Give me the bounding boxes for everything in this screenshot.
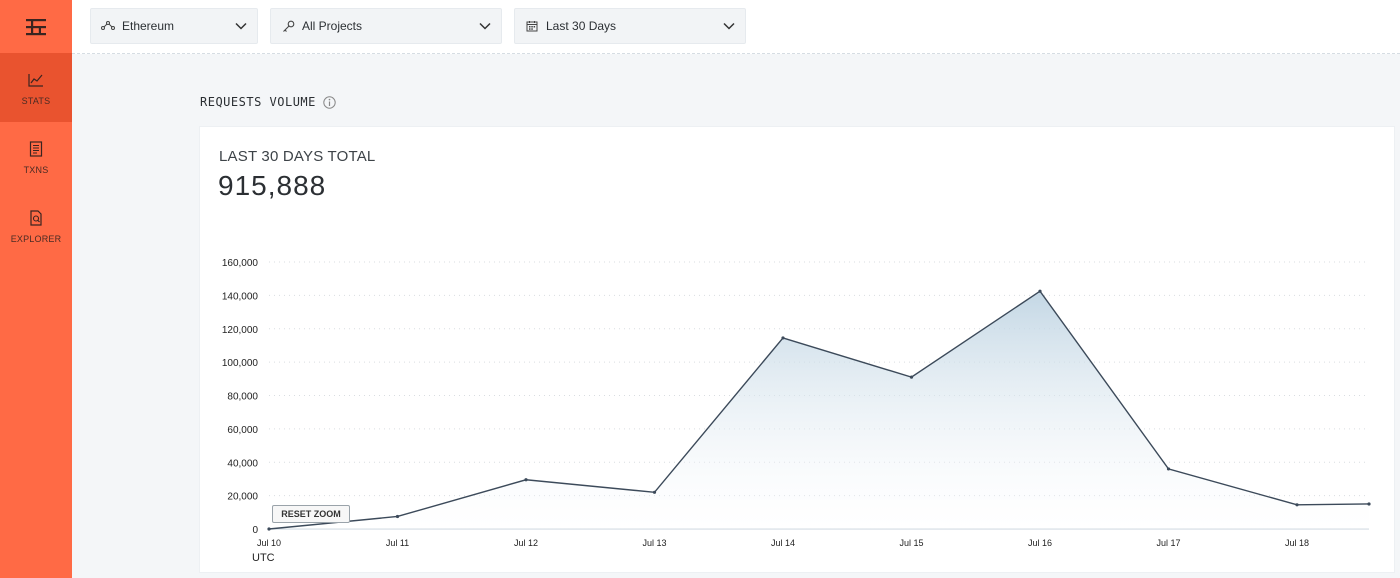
- x-tick-label: Jul 10: [257, 538, 281, 548]
- x-tick-label: Jul 16: [1028, 538, 1052, 548]
- x-tick-label: Jul 11: [386, 538, 409, 548]
- chevron-down-icon: [479, 20, 491, 32]
- info-icon[interactable]: [323, 95, 336, 109]
- y-tick-label: 60,000: [227, 425, 258, 436]
- section-title-text: REQUESTS VOLUME: [200, 95, 316, 109]
- project-select[interactable]: All Projects: [270, 8, 502, 44]
- chevron-down-icon: [235, 20, 247, 32]
- data-point[interactable]: [1367, 502, 1371, 506]
- y-tick-label: 160,000: [222, 258, 259, 269]
- sidebar-item-stats[interactable]: STATS: [0, 53, 72, 122]
- sidebar-item-label: EXPLORER: [10, 233, 62, 244]
- y-tick-label: 0: [252, 525, 258, 536]
- reset-zoom-button[interactable]: RESET ZOOM: [272, 505, 350, 523]
- x-axis: Jul 10 Jul 11 Jul 12 Jul 13 Jul 14 Jul 15 Jul …: [257, 538, 1309, 548]
- section-title: REQUESTS VOLUME: [200, 95, 336, 109]
- x-tick-label: Jul 13: [642, 538, 666, 548]
- y-tick-label: 120,000: [222, 325, 259, 336]
- sidebar: STATS TXNS EXPLORER: [0, 0, 72, 578]
- data-point[interactable]: [395, 514, 400, 519]
- data-point[interactable]: [1166, 467, 1171, 471]
- data-point[interactable]: [267, 527, 271, 531]
- x-tick-label: Jul 15: [899, 538, 923, 548]
- logo-icon: [26, 18, 46, 35]
- data-point[interactable]: [652, 490, 657, 494]
- data-point[interactable]: [1295, 503, 1299, 507]
- sidebar-item-explorer[interactable]: EXPLORER: [0, 191, 72, 260]
- y-tick-label: 40,000: [227, 458, 258, 469]
- project-select-value: All Projects: [302, 19, 363, 33]
- network-select[interactable]: Ethereum: [90, 8, 258, 44]
- calendar-icon: [525, 19, 539, 33]
- app-logo[interactable]: [0, 0, 72, 53]
- timezone-label: UTC: [252, 552, 275, 564]
- network-nodes-icon: [101, 19, 115, 33]
- chevron-down-icon: [723, 20, 735, 32]
- x-tick-label: Jul 17: [1156, 538, 1180, 548]
- document-search-icon: [26, 208, 46, 228]
- receipt-icon: [26, 139, 46, 159]
- x-tick-label: Jul 12: [514, 538, 538, 548]
- data-point[interactable]: [1038, 289, 1042, 293]
- key-icon: [281, 19, 295, 33]
- y-tick-label: 80,000: [227, 392, 258, 403]
- date-range-select[interactable]: Last 30 Days: [514, 8, 746, 44]
- data-point[interactable]: [524, 478, 528, 482]
- x-tick-label: Jul 18: [1285, 538, 1309, 548]
- stats-chart-icon: [26, 70, 46, 90]
- y-axis: 0 20,000 40,000 60,000 80,000 100,000 120,000 1…: [222, 258, 259, 536]
- y-tick-label: 140,000: [222, 291, 259, 302]
- area-fill: [269, 291, 1369, 529]
- date-range-select-value: Last 30 Days: [546, 19, 617, 33]
- sidebar-item-label: TXNS: [23, 164, 49, 175]
- top-bar: Ethereum All Projects Last 30 Days: [72, 0, 1400, 54]
- requests-volume-card: LAST 30 DAYS TOTAL 915,888 0 20,000 40,000…: [200, 127, 1394, 572]
- y-tick-label: 100,000: [222, 358, 259, 369]
- data-point[interactable]: [781, 336, 785, 340]
- sidebar-item-txns[interactable]: TXNS: [0, 122, 72, 191]
- network-select-value: Ethereum: [122, 19, 175, 33]
- sidebar-item-label: STATS: [21, 95, 51, 106]
- requests-volume-chart[interactable]: 0 20,000 40,000 60,000 80,000 100,000 120,000 1…: [200, 127, 1394, 572]
- y-tick-label: 20,000: [227, 492, 258, 503]
- data-point[interactable]: [909, 375, 914, 379]
- x-tick-label: Jul 14: [771, 538, 795, 548]
